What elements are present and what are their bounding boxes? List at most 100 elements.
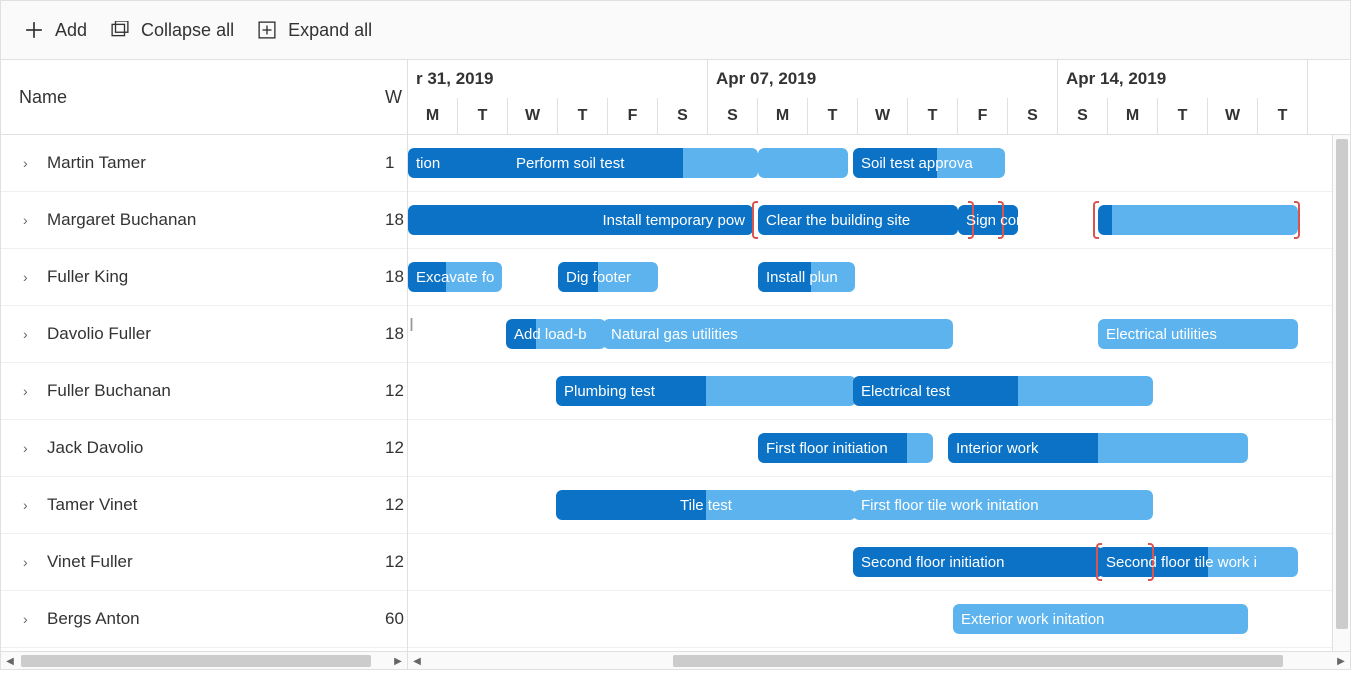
task-bar[interactable] bbox=[1098, 205, 1298, 235]
task-bar[interactable]: Natural gas utilities bbox=[603, 319, 953, 349]
chevron-right-icon[interactable]: › bbox=[23, 611, 35, 627]
resource-row[interactable]: ›Martin Tamer1 bbox=[1, 135, 407, 192]
task-bar[interactable]: Sign contract bbox=[958, 205, 1018, 235]
chevron-right-icon[interactable]: › bbox=[23, 497, 35, 513]
chevron-right-icon[interactable]: › bbox=[23, 554, 35, 570]
gantt-toolbar: Add Collapse all Expand all bbox=[0, 0, 1351, 60]
right-hscroll[interactable]: ◀ ▶ bbox=[408, 651, 1350, 669]
column-second-header[interactable]: W bbox=[381, 87, 407, 108]
chevron-right-icon[interactable]: › bbox=[23, 326, 35, 342]
task-bar[interactable]: Tile test bbox=[556, 490, 856, 520]
task-bar[interactable]: Dig footer bbox=[558, 262, 658, 292]
scroll-right-icon[interactable]: ▶ bbox=[389, 652, 407, 669]
day-cell: W bbox=[858, 98, 908, 135]
plus-icon bbox=[25, 21, 43, 39]
task-label: Install plun bbox=[766, 269, 838, 286]
collapse-all-button[interactable]: Collapse all bbox=[111, 20, 234, 41]
task-bar[interactable]: tion bbox=[408, 148, 518, 178]
task-bar[interactable]: Excavate fo bbox=[408, 262, 502, 292]
task-bar[interactable]: Second floor initiation bbox=[853, 547, 1103, 577]
task-bar[interactable]: Electrical test bbox=[853, 376, 1153, 406]
task-bar[interactable]: Perform soil test bbox=[508, 148, 758, 178]
day-row: MTWTFSSMTWTFSSMTWT bbox=[408, 98, 1350, 135]
task-label: Natural gas utilities bbox=[611, 326, 738, 343]
resource-value: 12 bbox=[381, 495, 407, 515]
add-button[interactable]: Add bbox=[25, 20, 87, 41]
hscroll-thumb[interactable] bbox=[21, 655, 371, 667]
gantt-row: Exterior work initation bbox=[408, 591, 1350, 648]
splitter-handle-icon[interactable]: || bbox=[409, 315, 410, 331]
left-hscroll[interactable]: ◀ ▶ bbox=[1, 651, 407, 669]
chevron-right-icon[interactable]: › bbox=[23, 212, 35, 228]
task-label: Perform soil test bbox=[516, 155, 624, 172]
resource-row[interactable]: ›Bergs Anton60 bbox=[1, 591, 407, 648]
task-bar[interactable]: Install plun bbox=[758, 262, 855, 292]
task-label: Plumbing test bbox=[564, 383, 655, 400]
day-cell: M bbox=[758, 98, 808, 135]
task-label: Soil test approva bbox=[861, 155, 973, 172]
resource-name: Davolio Fuller bbox=[47, 324, 151, 344]
add-label: Add bbox=[55, 20, 87, 41]
grid-header: Name W bbox=[1, 60, 407, 135]
gantt-row: tion Perform soil test Soil test approva bbox=[408, 135, 1350, 192]
task-bar[interactable]: Soil test approva bbox=[853, 148, 1005, 178]
resource-row[interactable]: ›Vinet Fuller12 bbox=[1, 534, 407, 591]
task-bracket bbox=[1294, 201, 1300, 239]
task-label: First floor tile work initation bbox=[861, 497, 1039, 514]
timeline-header: r 31, 2019Apr 07, 2019Apr 14, 2019 MTWTF… bbox=[408, 60, 1350, 135]
task-bar[interactable] bbox=[758, 148, 848, 178]
task-bar[interactable]: Install temporary pow bbox=[408, 205, 753, 235]
task-label: Install temporary pow bbox=[602, 212, 745, 229]
gantt-row: Tile test First floor tile work initation bbox=[408, 477, 1350, 534]
hscroll-thumb[interactable] bbox=[673, 655, 1283, 667]
resource-name: Tamer Vinet bbox=[47, 495, 137, 515]
task-label: Excavate fo bbox=[416, 269, 494, 286]
task-bar[interactable]: First floor initiation bbox=[758, 433, 933, 463]
expand-label: Expand all bbox=[288, 20, 372, 41]
chevron-right-icon[interactable]: › bbox=[23, 155, 35, 171]
task-bar[interactable]: Second floor tile work i bbox=[1098, 547, 1298, 577]
day-cell: T bbox=[458, 98, 508, 135]
task-bar[interactable]: Plumbing test bbox=[556, 376, 856, 406]
chevron-right-icon[interactable]: › bbox=[23, 269, 35, 285]
gantt-body[interactable]: tion Perform soil test Soil test approva In… bbox=[408, 135, 1350, 651]
task-label: Add load-b bbox=[514, 326, 587, 343]
task-bar[interactable]: Clear the building site bbox=[758, 205, 958, 235]
resource-value: 12 bbox=[381, 552, 407, 572]
resource-value: 18 bbox=[381, 210, 407, 230]
day-cell: F bbox=[608, 98, 658, 135]
day-cell: S bbox=[1008, 98, 1058, 135]
resource-row[interactable]: ›Davolio Fuller18 bbox=[1, 306, 407, 363]
resource-value: 12 bbox=[381, 381, 407, 401]
scroll-right-icon[interactable]: ▶ bbox=[1332, 652, 1350, 669]
splitter[interactable]: || bbox=[407, 135, 413, 675]
vscroll[interactable] bbox=[1332, 135, 1350, 651]
collapse-icon bbox=[111, 21, 129, 39]
resource-row[interactable]: ›Margaret Buchanan18 bbox=[1, 192, 407, 249]
task-label: Second floor initiation bbox=[861, 554, 1004, 571]
day-cell: T bbox=[808, 98, 858, 135]
expand-all-button[interactable]: Expand all bbox=[258, 20, 372, 41]
resource-row[interactable]: ›Fuller Buchanan12 bbox=[1, 363, 407, 420]
resource-name: Jack Davolio bbox=[47, 438, 143, 458]
task-bar[interactable]: Add load-b bbox=[506, 319, 606, 349]
resource-name: Martin Tamer bbox=[47, 153, 146, 173]
column-name-header[interactable]: Name bbox=[1, 87, 381, 108]
task-bar[interactable]: First floor tile work initation bbox=[853, 490, 1153, 520]
left-panel: Name W ›Martin Tamer1›Margaret Buchanan1… bbox=[1, 60, 408, 669]
day-cell: W bbox=[1208, 98, 1258, 135]
day-cell: M bbox=[408, 98, 458, 135]
task-bar[interactable]: Exterior work initation bbox=[953, 604, 1248, 634]
chevron-right-icon[interactable]: › bbox=[23, 440, 35, 456]
resource-row[interactable]: › Tamer Vinet 12 bbox=[1, 477, 407, 534]
vscroll-thumb[interactable] bbox=[1336, 139, 1348, 629]
task-bar[interactable]: Interior work bbox=[948, 433, 1248, 463]
resource-row[interactable]: ›Fuller King18 bbox=[1, 249, 407, 306]
task-label: tion bbox=[416, 155, 440, 172]
chevron-right-icon[interactable]: › bbox=[23, 383, 35, 399]
task-bar[interactable]: Electrical utilities bbox=[1098, 319, 1298, 349]
resource-row[interactable]: ›Jack Davolio12 bbox=[1, 420, 407, 477]
gantt-row: Plumbing test Electrical test bbox=[408, 363, 1350, 420]
collapse-label: Collapse all bbox=[141, 20, 234, 41]
scroll-left-icon[interactable]: ◀ bbox=[1, 652, 19, 669]
